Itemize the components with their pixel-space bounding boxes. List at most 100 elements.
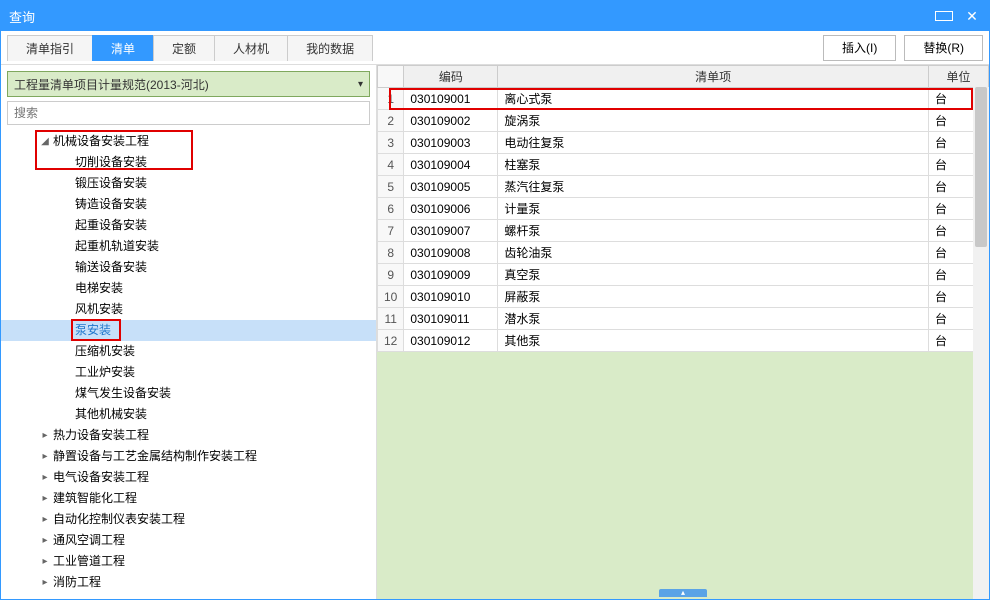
expand-icon[interactable]: ▸ (39, 488, 51, 509)
insert-button[interactable]: 插入(I) (823, 35, 896, 61)
tree-leaf[interactable]: 煤气发生设备安装 (1, 383, 376, 404)
row-number: 1 (378, 88, 404, 110)
expand-icon[interactable]: ▸ (39, 509, 51, 530)
col-code[interactable]: 编码 (404, 66, 498, 88)
row-number: 10 (378, 286, 404, 308)
expand-icon[interactable]: ▸ (39, 467, 51, 488)
tree-sibling[interactable]: ▸通风空调工程 (1, 530, 376, 551)
cell-code: 030109009 (404, 264, 498, 286)
tree-leaf[interactable]: 锻压设备安装 (1, 173, 376, 194)
table-row[interactable]: 1030109001离心式泵台 (378, 88, 989, 110)
combo-label: 工程量清单项目计量规范(2013-河北) (14, 76, 209, 93)
cell-item: 其他泵 (498, 330, 929, 352)
replace-button[interactable]: 替换(R) (904, 35, 983, 61)
row-number: 7 (378, 220, 404, 242)
tab-mydata[interactable]: 我的数据 (287, 35, 373, 61)
left-panel: 工程量清单项目计量规范(2013-河北) ▾ ◢ 机械设备安装工程 切削设备安装… (1, 65, 377, 599)
row-number: 9 (378, 264, 404, 286)
table-row[interactable]: 10030109010屏蔽泵台 (378, 286, 989, 308)
tab-strip: 清单指引 清单 定额 人材机 我的数据 (7, 35, 372, 61)
cell-code: 030109006 (404, 198, 498, 220)
cell-code: 030109008 (404, 242, 498, 264)
tree-leaf[interactable]: 风机安装 (1, 299, 376, 320)
table-row[interactable]: 5030109005蒸汽往复泵台 (378, 176, 989, 198)
tree-sibling[interactable]: ▸消防工程 (1, 572, 376, 593)
tree-leaf[interactable]: 起重设备安装 (1, 215, 376, 236)
expand-icon[interactable]: ▸ (39, 446, 51, 467)
search-input[interactable] (7, 101, 370, 125)
tree-leaf[interactable]: 工业炉安装 (1, 362, 376, 383)
cell-code: 030109011 (404, 308, 498, 330)
table-row[interactable]: 7030109007螺杆泵台 (378, 220, 989, 242)
cell-code: 030109003 (404, 132, 498, 154)
table-row[interactable]: 8030109008齿轮油泵台 (378, 242, 989, 264)
expand-icon[interactable]: ▸ (39, 572, 51, 593)
tree-leaf[interactable]: 输送设备安装 (1, 257, 376, 278)
tree-leaf[interactable]: 电梯安装 (1, 278, 376, 299)
header-row: 编码 清单项 单位 (378, 66, 989, 88)
category-tree: ◢ 机械设备安装工程 切削设备安装 锻压设备安装 铸造设备安装 起重设备安装 起… (1, 129, 376, 599)
expand-icon[interactable]: ▸ (39, 425, 51, 446)
body: 工程量清单项目计量规范(2013-河北) ▾ ◢ 机械设备安装工程 切削设备安装… (1, 65, 989, 599)
scrollbar-thumb[interactable] (975, 87, 987, 247)
row-number: 12 (378, 330, 404, 352)
cell-code: 030109007 (404, 220, 498, 242)
tree-leaf[interactable]: 切削设备安装 (1, 152, 376, 173)
expand-icon[interactable]: ▸ (39, 551, 51, 572)
close-icon[interactable]: ✕ (963, 8, 981, 25)
tree-sibling[interactable]: ▸建筑智能化工程 (1, 488, 376, 509)
tab-rencaiji[interactable]: 人材机 (214, 35, 288, 61)
table-row[interactable]: 12030109012其他泵台 (378, 330, 989, 352)
table-row[interactable]: 11030109011潜水泵台 (378, 308, 989, 330)
tab-guide[interactable]: 清单指引 (7, 35, 93, 61)
results-table: 编码 清单项 单位 1030109001离心式泵台2030109002旋涡泵台3… (377, 65, 989, 352)
row-number: 2 (378, 110, 404, 132)
cell-code: 030109012 (404, 330, 498, 352)
table-row[interactable]: 4030109004柱塞泵台 (378, 154, 989, 176)
row-number: 8 (378, 242, 404, 264)
cell-code: 030109004 (404, 154, 498, 176)
row-number: 4 (378, 154, 404, 176)
spec-combo[interactable]: 工程量清单项目计量规范(2013-河北) ▾ (7, 71, 370, 97)
chevron-down-icon: ▾ (358, 79, 363, 90)
tab-quota[interactable]: 定额 (153, 35, 215, 61)
expand-icon[interactable]: ▸ (39, 530, 51, 551)
row-number: 6 (378, 198, 404, 220)
expand-icon[interactable]: ◢ (39, 131, 51, 152)
cell-item: 屏蔽泵 (498, 286, 929, 308)
window-controls: ✕ (935, 8, 981, 25)
tree-leaf-selected[interactable]: 泵安装 (1, 320, 376, 341)
tree-leaf[interactable]: 起重机轨道安装 (1, 236, 376, 257)
table-row[interactable]: 9030109009真空泵台 (378, 264, 989, 286)
cell-item: 计量泵 (498, 198, 929, 220)
cell-item: 离心式泵 (498, 88, 929, 110)
col-item[interactable]: 清单项 (498, 66, 929, 88)
maximize-icon[interactable] (935, 8, 953, 24)
tree-leaf[interactable]: 压缩机安装 (1, 341, 376, 362)
row-number: 11 (378, 308, 404, 330)
cell-code: 030109001 (404, 88, 498, 110)
cell-code: 030109002 (404, 110, 498, 132)
tree-leaf[interactable]: 其他机械安装 (1, 404, 376, 425)
cell-item: 蒸汽往复泵 (498, 176, 929, 198)
scrollbar[interactable] (973, 87, 989, 599)
tree-sibling[interactable]: ▸静置设备与工艺金属结构制作安装工程 (1, 446, 376, 467)
cell-item: 螺杆泵 (498, 220, 929, 242)
col-unit[interactable]: 单位 (929, 66, 989, 88)
tree-root[interactable]: ◢ 机械设备安装工程 (1, 131, 376, 152)
tree-sibling[interactable]: ▸自动化控制仪表安装工程 (1, 509, 376, 530)
tree-sibling[interactable]: ▸热力设备安装工程 (1, 425, 376, 446)
tree-sibling[interactable]: ▸电气设备安装工程 (1, 467, 376, 488)
table-row[interactable]: 3030109003电动往复泵台 (378, 132, 989, 154)
tree-sibling[interactable]: ▸工业管道工程 (1, 551, 376, 572)
tree-leaf[interactable]: 铸造设备安装 (1, 194, 376, 215)
cell-code: 030109010 (404, 286, 498, 308)
row-number: 3 (378, 132, 404, 154)
cell-item: 真空泵 (498, 264, 929, 286)
table-row[interactable]: 6030109006计量泵台 (378, 198, 989, 220)
cell-item: 柱塞泵 (498, 154, 929, 176)
tab-list[interactable]: 清单 (92, 35, 154, 61)
toolbar: 清单指引 清单 定额 人材机 我的数据 插入(I) 替换(R) (1, 31, 989, 65)
table-row[interactable]: 2030109002旋涡泵台 (378, 110, 989, 132)
panel-toggle-icon[interactable]: ▴ (659, 589, 707, 597)
